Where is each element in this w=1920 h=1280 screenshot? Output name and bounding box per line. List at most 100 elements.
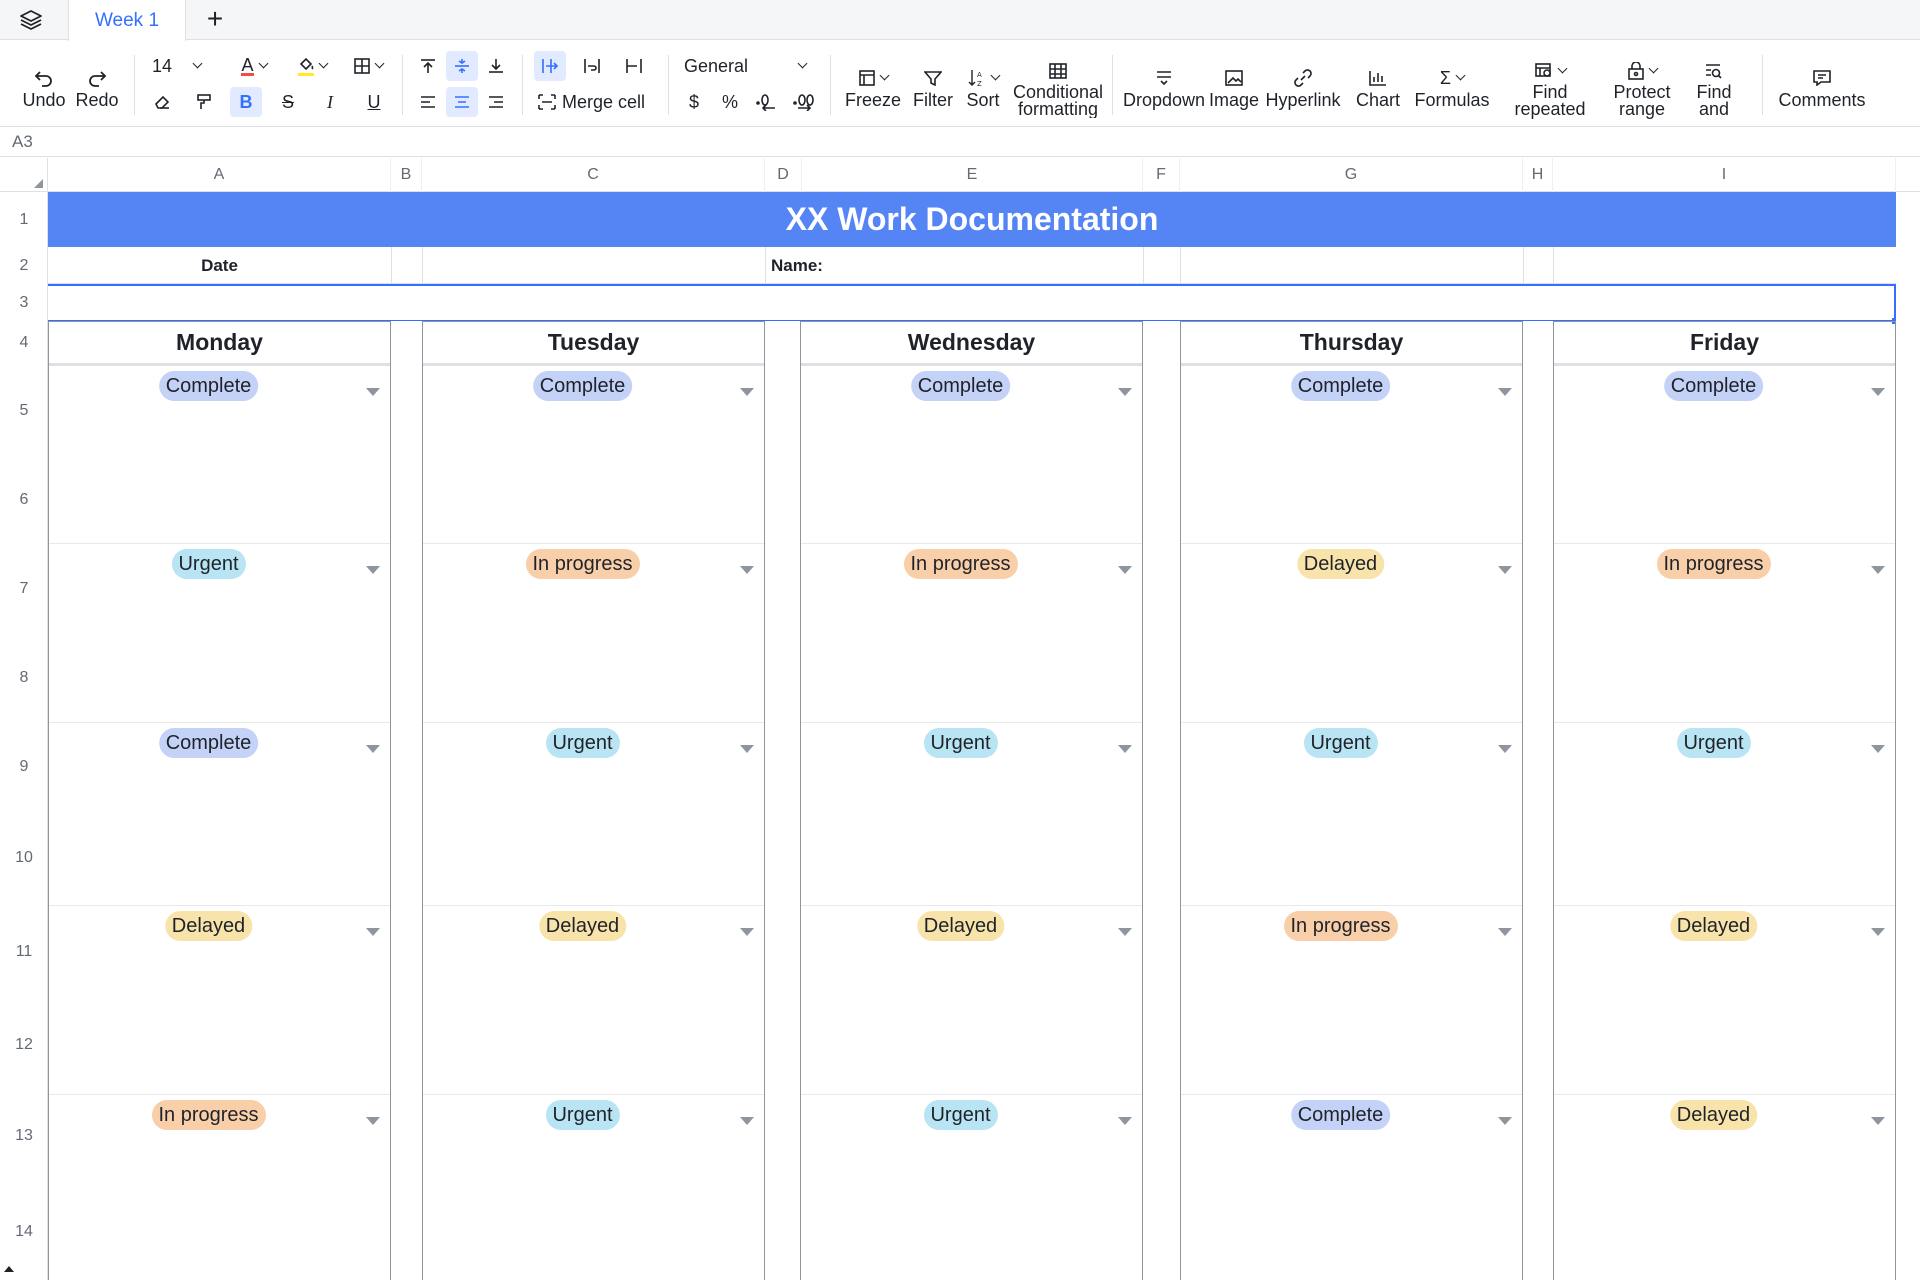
increase-decimal-button[interactable] [788,87,820,117]
date-label[interactable]: Date [48,247,391,284]
row-header-11[interactable]: 11 [0,903,48,1000]
status-tag[interactable]: Delayed [916,911,1005,941]
filter-button[interactable]: Filter [910,59,956,115]
status-tag[interactable]: Delayed [1296,549,1385,579]
sort-button[interactable]: AZ Sort [960,59,1006,115]
column-header-c[interactable]: C [422,158,765,192]
redo-button[interactable]: Redo [72,59,122,115]
dropdown-arrow-icon[interactable] [740,1117,754,1125]
chart-button[interactable]: Chart [1350,59,1406,115]
status-tag[interactable]: Urgent [923,1100,998,1130]
image-button[interactable]: Image [1206,59,1262,115]
column-header-d[interactable]: D [765,158,802,192]
status-tag[interactable]: Urgent [545,1100,620,1130]
dropdown-arrow-icon[interactable] [366,745,380,753]
column-header-g[interactable]: G [1180,158,1523,192]
status-tag[interactable]: In progress [1656,549,1771,579]
row-header-4[interactable]: 4 [0,321,48,365]
undo-button[interactable]: Undo [16,59,72,115]
status-tag[interactable]: Complete [910,371,1011,401]
status-tag[interactable]: In progress [525,549,640,579]
status-tag[interactable]: Delayed [1669,911,1758,941]
row-header-10[interactable]: 10 [0,813,48,903]
status-cell[interactable]: Complete [1554,366,1895,544]
day-header[interactable]: Thursday [1181,322,1522,366]
status-cell[interactable]: Complete [49,723,390,906]
status-cell[interactable]: Delayed [423,906,764,1095]
status-cell[interactable]: Delayed [1181,544,1522,723]
align-top-button[interactable] [412,51,444,81]
status-tag[interactable]: Urgent [171,549,246,579]
sheet-list-icon[interactable] [16,6,46,34]
dropdown-arrow-icon[interactable] [366,566,380,574]
status-cell[interactable]: Complete [49,366,390,544]
day-header[interactable]: Wednesday [801,322,1142,366]
align-right-button[interactable] [480,87,512,117]
dropdown-arrow-icon[interactable] [1118,1117,1132,1125]
status-tag[interactable]: Urgent [923,728,998,758]
cell-reference[interactable]: A3 [12,132,33,152]
dropdown-arrow-icon[interactable] [366,928,380,936]
row-header-9[interactable]: 9 [0,721,48,813]
status-cell[interactable]: Urgent [1554,723,1895,906]
status-cell[interactable]: In progress [1554,544,1895,723]
status-tag[interactable]: Complete [1290,1100,1391,1130]
day-header[interactable]: Tuesday [423,322,764,366]
status-tag[interactable]: Delayed [164,911,253,941]
tab-week-1[interactable]: Week 1 [68,0,186,41]
dropdown-arrow-icon[interactable] [366,1117,380,1125]
status-tag[interactable]: Complete [532,371,633,401]
add-sheet-icon[interactable]: + [200,4,230,34]
text-overflow-button[interactable] [534,51,566,81]
number-format-select[interactable]: General [678,51,812,81]
dropdown-arrow-icon[interactable] [1118,745,1132,753]
status-cell[interactable]: Urgent [49,544,390,723]
status-cell[interactable]: Complete [801,366,1142,544]
row-header-8[interactable]: 8 [0,635,48,721]
status-tag[interactable]: In progress [903,549,1018,579]
row-header-13[interactable]: 13 [0,1089,48,1183]
formulas-button[interactable]: Σ Formulas [1410,59,1494,115]
dropdown-arrow-icon[interactable] [1498,928,1512,936]
status-cell[interactable]: Complete [1181,1095,1522,1280]
status-cell[interactable]: Delayed [1554,1095,1895,1280]
currency-format-button[interactable]: $ [678,87,710,117]
sheet-title[interactable]: XX Work Documentation [48,192,1896,247]
status-tag[interactable]: Urgent [1303,728,1378,758]
status-tag[interactable]: In progress [1283,911,1398,941]
percent-format-button[interactable]: % [714,87,746,117]
status-cell[interactable]: Urgent [1181,723,1522,906]
align-left-button[interactable] [412,87,444,117]
borders-button[interactable] [346,51,390,81]
selected-row-a3[interactable] [48,284,1896,324]
strikethrough-button[interactable]: S [272,87,304,117]
align-bottom-button[interactable] [480,51,512,81]
align-center-button[interactable] [446,87,478,117]
dropdown-arrow-icon[interactable] [740,388,754,396]
status-cell[interactable]: Delayed [801,906,1142,1095]
status-cell[interactable]: In progress [801,544,1142,723]
dropdown-arrow-icon[interactable] [1871,388,1885,396]
status-tag[interactable]: Urgent [545,728,620,758]
day-header[interactable]: Friday [1554,322,1895,366]
row-header-2[interactable]: 2 [0,247,48,284]
row-header-1[interactable]: 1 [0,192,48,247]
status-cell[interactable]: Complete [1181,366,1522,544]
column-header-e[interactable]: E [802,158,1143,192]
dropdown-arrow-icon[interactable] [1871,566,1885,574]
day-header[interactable]: Monday [49,322,390,366]
status-tag[interactable]: Complete [158,728,259,758]
dropdown-arrow-icon[interactable] [1498,566,1512,574]
row-header-3[interactable]: 3 [0,284,48,321]
column-header-f[interactable]: F [1143,158,1180,192]
dropdown-button[interactable]: Dropdown [1122,59,1206,115]
row-header-12[interactable]: 12 [0,1000,48,1089]
column-header-b[interactable]: B [391,158,422,192]
status-cell[interactable]: Complete [423,366,764,544]
conditional-formatting-button[interactable]: Conditional formatting [1012,55,1104,121]
dropdown-arrow-icon[interactable] [1498,745,1512,753]
fill-color-button[interactable] [290,51,334,81]
text-wrap-button[interactable] [576,51,608,81]
dropdown-arrow-icon[interactable] [1498,388,1512,396]
row-header-7[interactable]: 7 [0,543,48,635]
